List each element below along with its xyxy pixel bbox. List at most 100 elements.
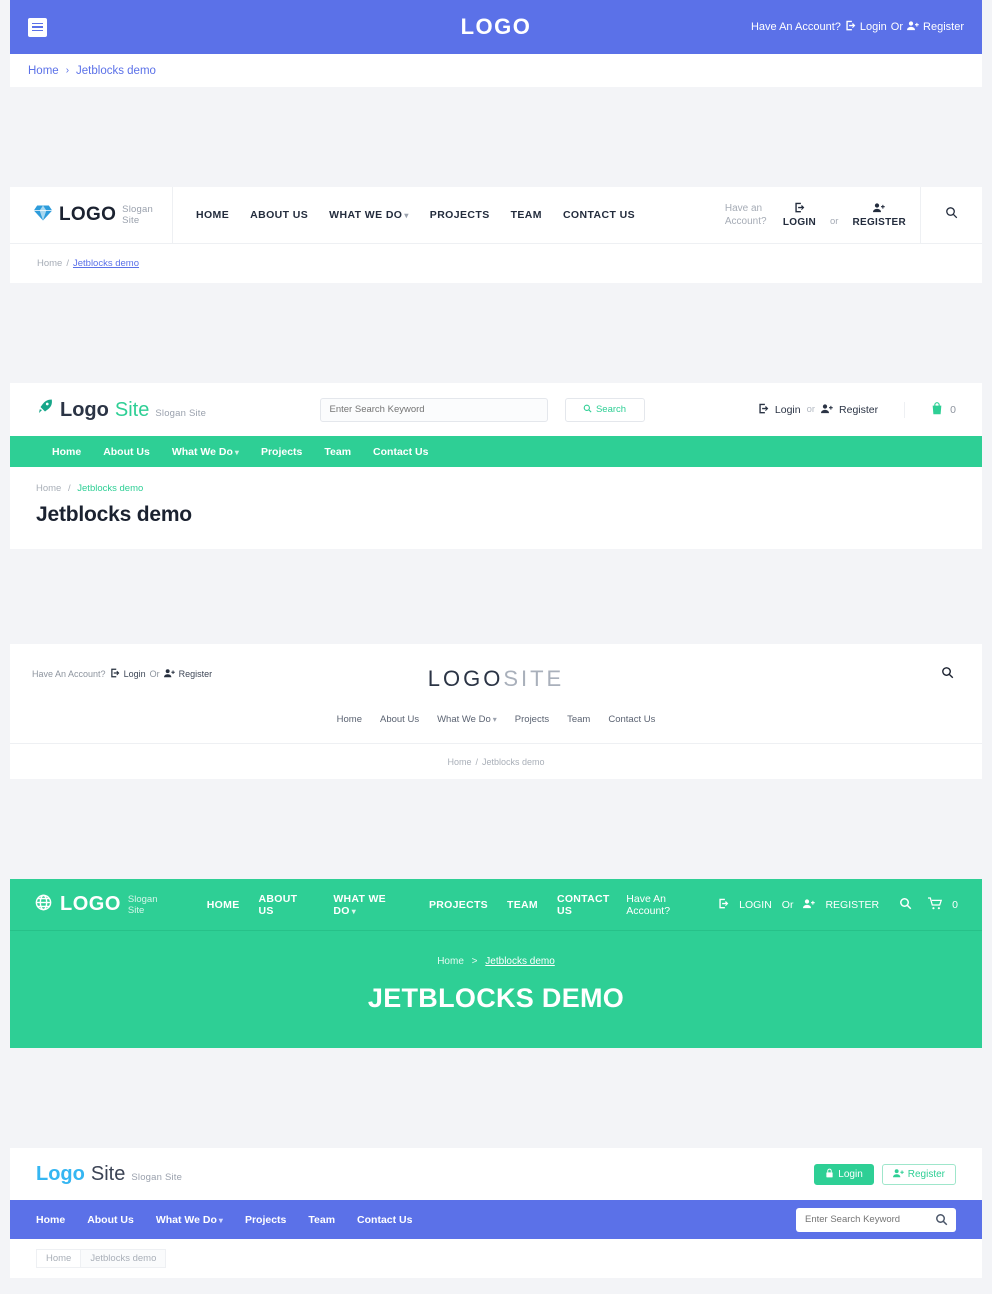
s3-cart-button[interactable]: 0 (904, 401, 956, 418)
s3-logo-word1: Logo (60, 398, 109, 421)
s4-search-button[interactable] (941, 666, 954, 684)
s3-search-button[interactable]: Search (564, 397, 645, 422)
s3-breadcrumb-current[interactable]: Jetblocks demo (77, 483, 143, 494)
s4-nav-label-0: Home (336, 714, 362, 725)
s5-breadcrumb-current[interactable]: Jetblocks demo (485, 956, 554, 967)
s3-cart-count: 0 (950, 403, 956, 416)
s5-logo[interactable]: LOGO Slogan Site (34, 893, 175, 917)
s4-nav-item-5[interactable]: Contact Us (608, 714, 655, 725)
s2-register-button[interactable]: REGISTER (852, 202, 906, 228)
s3-nav-label-3: Projects (260, 445, 303, 458)
s6-logo[interactable]: Logo Site Slogan Site (36, 1163, 182, 1186)
s2-logo-text: LOGO (59, 204, 117, 225)
s2-nav-item-0[interactable]: HOME (196, 209, 229, 221)
s6-nav-item-0[interactable]: Home (36, 1214, 65, 1226)
s6-nav-label-1: About Us (87, 1213, 134, 1226)
s5-nav-item-1[interactable]: ABOUT US (259, 893, 315, 917)
s3-hero: Home / Jetblocks demo Jetblocks demo (10, 467, 982, 549)
s3-nav-item-0[interactable]: Home (52, 446, 81, 458)
user-plus-icon (892, 1168, 904, 1181)
s1-register-link[interactable]: Register (923, 21, 964, 33)
s4-logo-word1: LOGO (427, 666, 504, 691)
s6-register-button[interactable]: Register (881, 1163, 956, 1185)
s4-register-link[interactable]: Register (179, 669, 213, 679)
s5-nav-item-2[interactable]: WHAT WE DO ▾ (333, 893, 410, 917)
s3-nav-item-1[interactable]: About Us (103, 446, 150, 458)
s6-nav-label-4: Team (308, 1213, 336, 1226)
search-icon[interactable] (899, 897, 912, 913)
s6-search-input[interactable] (796, 1207, 956, 1232)
s3-page-title: Jetblocks demo (36, 503, 192, 526)
s4-nav-item-0[interactable]: Home (337, 714, 362, 725)
s2-nav-item-4[interactable]: TEAM (511, 209, 542, 221)
s1-login-link[interactable]: Login (860, 21, 887, 33)
s2-breadcrumb-current[interactable]: Jetblocks demo (73, 258, 139, 269)
s6-nav-item-5[interactable]: Contact Us (357, 1214, 412, 1226)
s4-nav-item-4[interactable]: Team (567, 714, 590, 725)
s5-nav-label-0: HOME (206, 898, 240, 911)
s6-breadcrumb-current[interactable]: Jetblocks demo (80, 1249, 167, 1268)
s3-nav-item-5[interactable]: Contact Us (373, 446, 428, 458)
s6-search-area (796, 1207, 956, 1232)
s3-nav-label-2: What We Do (171, 445, 233, 458)
s6-nav-item-3[interactable]: Projects (245, 1214, 286, 1226)
s3-breadcrumb-home[interactable]: Home (36, 483, 61, 494)
s4-breadcrumb: Home / Jetblocks demo (10, 743, 982, 779)
cart-icon[interactable] (928, 896, 943, 913)
header-variant-indigo-simple: LOGO Have An Account? Login Or Register … (10, 0, 982, 87)
s5-nav-item-4[interactable]: TEAM (507, 899, 538, 911)
s2-nav-label-2: WHAT WE DO (329, 209, 403, 221)
s4-login-link[interactable]: Login (124, 669, 146, 679)
s4-breadcrumb-current[interactable]: Jetblocks demo (482, 757, 545, 767)
s2-login-button[interactable]: LOGIN (783, 202, 816, 228)
s2-nav-item-5[interactable]: CONTACT US (563, 209, 635, 221)
s3-nav-item-4[interactable]: Team (324, 446, 351, 458)
s4-nav-item-3[interactable]: Projects (515, 714, 549, 725)
user-plus-icon (803, 898, 816, 912)
hamburger-icon[interactable] (28, 17, 47, 37)
s5-breadcrumb-home[interactable]: Home (437, 956, 464, 967)
diamond-icon (33, 203, 53, 228)
s3-search-button-label: Search (595, 404, 627, 415)
s6-nav-item-2[interactable]: What We Do ▾ (156, 1214, 223, 1226)
s5-nav-item-5[interactable]: CONTACT US (557, 893, 626, 917)
header-variant-full-green: LOGO Slogan Site HOME ABOUT US WHAT WE D… (10, 879, 982, 1048)
search-icon[interactable] (935, 1213, 948, 1231)
s1-breadcrumb-current[interactable]: Jetblocks demo (76, 65, 156, 77)
s4-breadcrumb-home[interactable]: Home (447, 757, 471, 767)
s2-nav-item-1[interactable]: ABOUT US (250, 209, 308, 221)
s3-register-link[interactable]: Register (839, 404, 878, 416)
s5-login-link[interactable]: LOGIN (739, 899, 772, 911)
s6-login-button[interactable]: Login (814, 1163, 874, 1185)
s2-breadcrumb-home[interactable]: Home (37, 258, 62, 269)
s4-nav-item-1[interactable]: About Us (380, 714, 419, 725)
s3-nav-label-1: About Us (103, 445, 150, 458)
s3-breadcrumb-separator: / (67, 483, 71, 494)
rocket-icon (36, 398, 54, 421)
s3-nav-item-3[interactable]: Projects (261, 446, 302, 458)
sign-in-icon (845, 20, 856, 34)
s5-breadcrumb-separator: > (471, 956, 478, 967)
s5-nav-item-3[interactable]: PROJECTS (429, 899, 488, 911)
s6-nav-item-1[interactable]: About Us (87, 1214, 134, 1226)
s3-search-input[interactable] (319, 397, 548, 422)
s2-register-label: REGISTER (852, 217, 906, 228)
s1-breadcrumb-home[interactable]: Home (28, 65, 59, 77)
s2-nav-label-3: PROJECTS (429, 209, 490, 221)
s6-nav-item-4[interactable]: Team (308, 1214, 335, 1226)
s3-nav-item-2[interactable]: What We Do ▾ (172, 446, 239, 458)
s3-logo[interactable]: Logo Site Slogan Site (36, 398, 206, 422)
s2-nav-item-2[interactable]: WHAT WE DO ▾ (329, 209, 409, 221)
s3-login-link[interactable]: Login (775, 404, 801, 416)
s2-nav-item-3[interactable]: PROJECTS (430, 209, 490, 221)
s3-slogan: Slogan Site (155, 407, 207, 419)
s5-nav-label-4: TEAM (506, 898, 538, 911)
s2-nav-label-5: CONTACT US (562, 209, 636, 221)
s6-breadcrumb-home[interactable]: Home (36, 1249, 81, 1268)
s2-logo-cell[interactable]: LOGO Slogan Site (10, 186, 173, 244)
sign-in-icon (718, 898, 729, 912)
s5-nav-item-0[interactable]: HOME (207, 899, 240, 911)
s5-register-link[interactable]: REGISTER (825, 899, 879, 911)
s4-nav-item-2[interactable]: What We Do ▾ (437, 714, 497, 725)
s2-search-button[interactable] (920, 186, 982, 244)
